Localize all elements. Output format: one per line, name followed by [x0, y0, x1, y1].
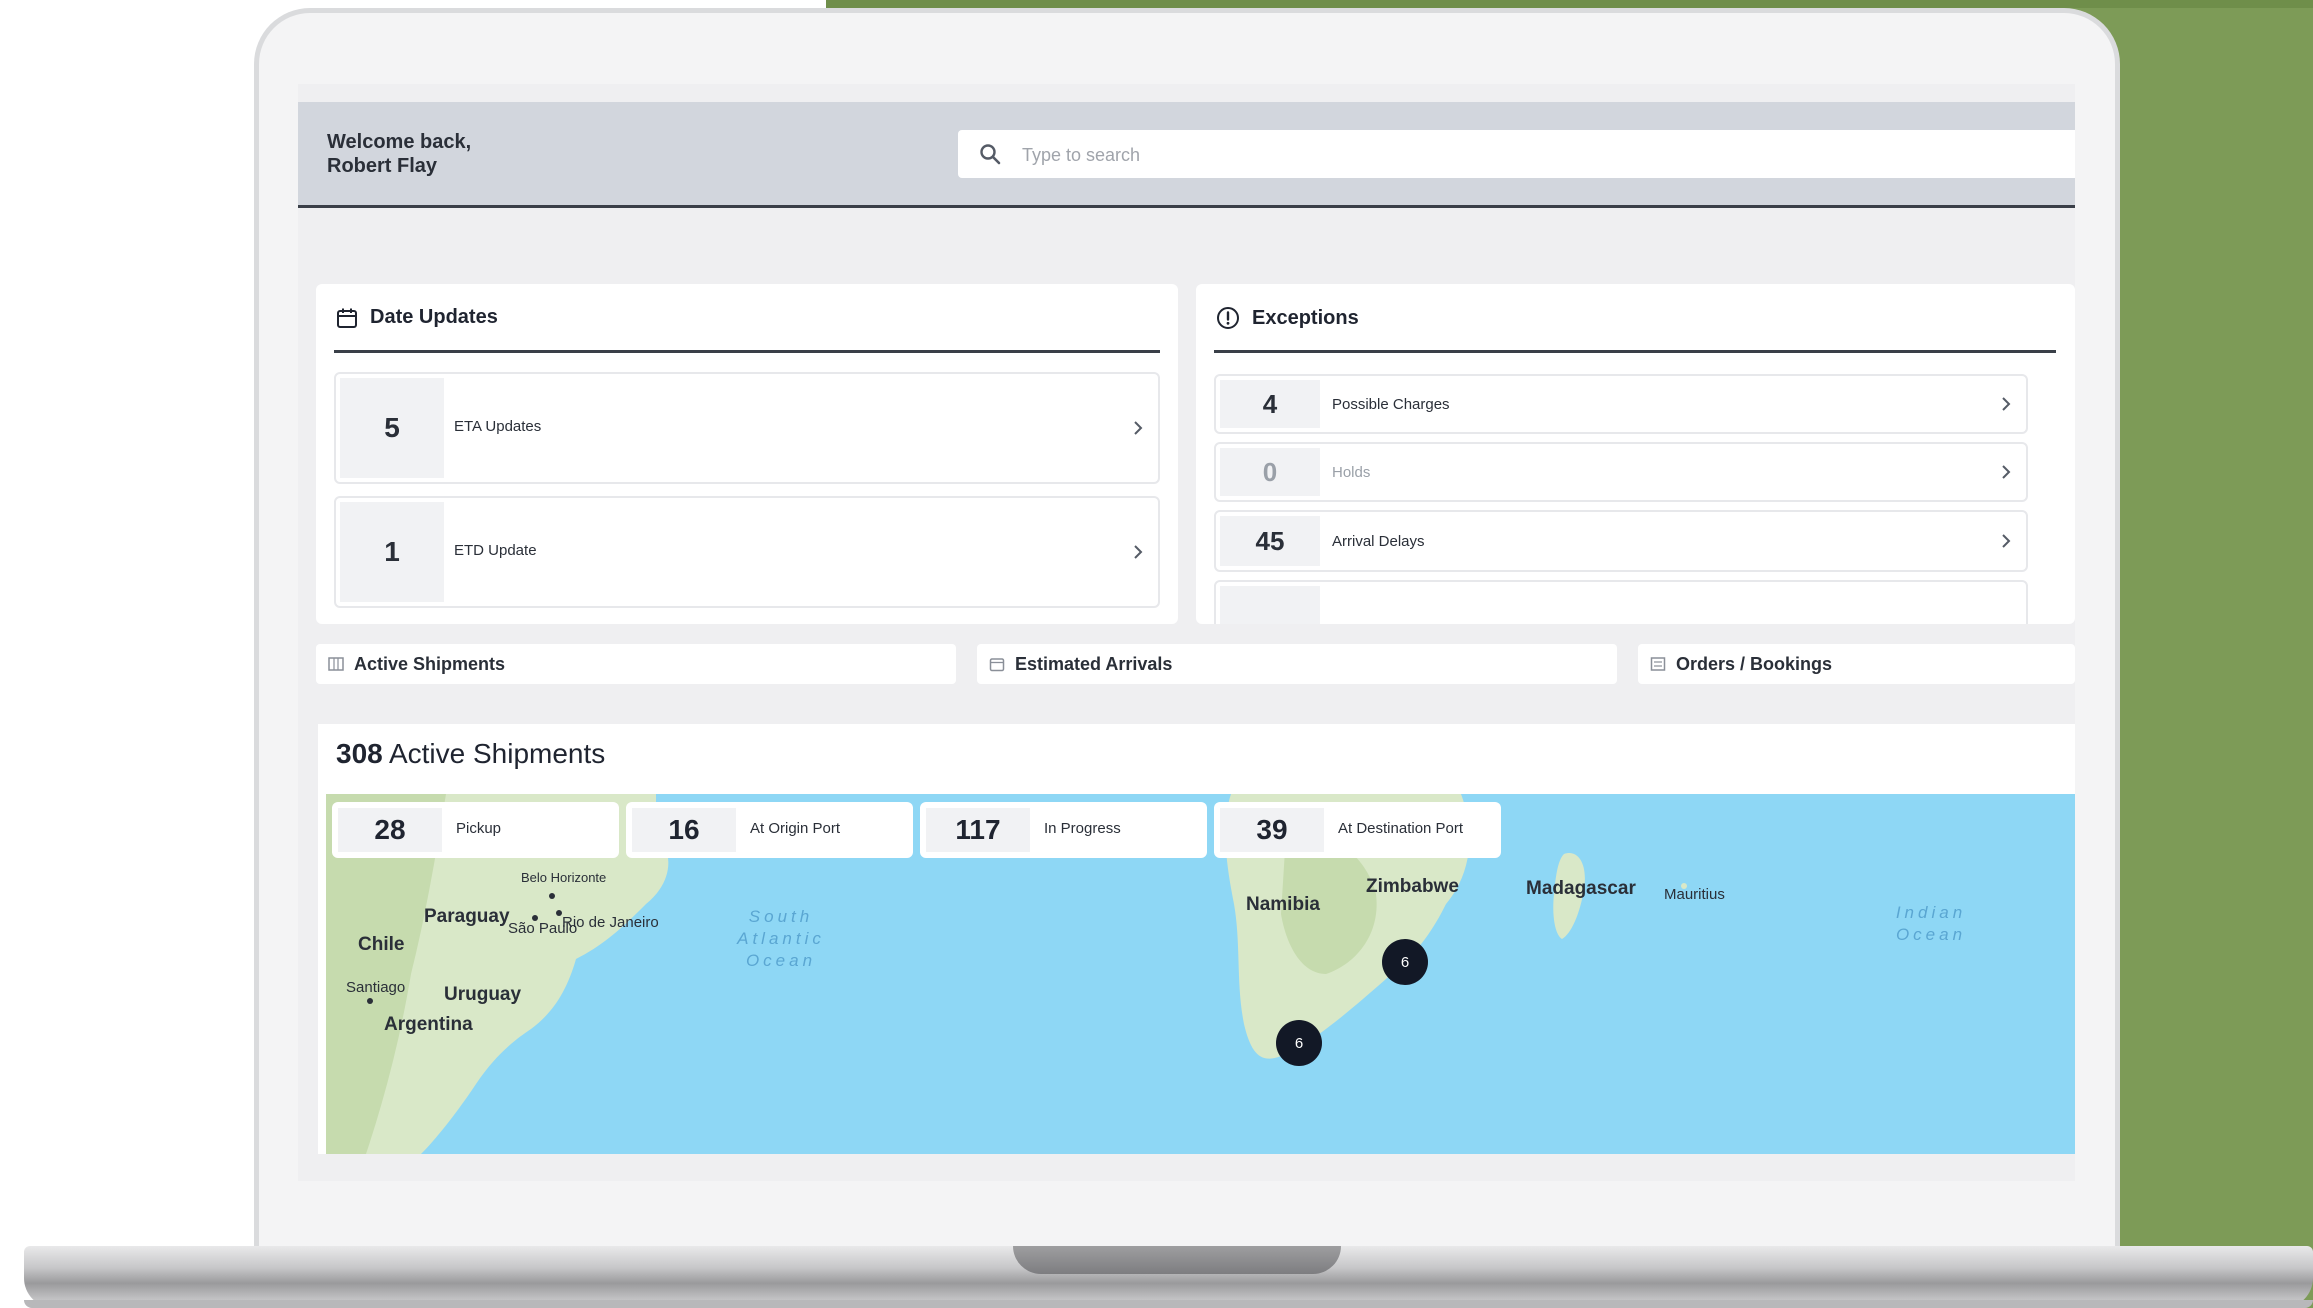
clipped-count-cell	[1220, 586, 1320, 624]
divider	[1214, 350, 2056, 353]
holds-count: 0	[1220, 448, 1320, 496]
chevron-right-icon	[1134, 421, 1143, 435]
active-shipments-count: 308	[336, 738, 383, 769]
welcome-line: Welcome back,	[327, 131, 472, 153]
map-label-chile: Chile	[358, 934, 405, 955]
green-top-band	[826, 0, 2313, 8]
exceptions-header: Exceptions	[1216, 306, 1359, 330]
search-input[interactable]	[1020, 138, 1924, 172]
city-marker	[367, 998, 373, 1004]
tab-active-shipments[interactable]: Active Shipments	[316, 644, 956, 684]
search-icon	[980, 144, 1001, 165]
destination-port-label: At Destination Port	[1338, 820, 1464, 837]
etd-update-label: ETD Update	[454, 542, 537, 559]
tab-estimated-arrivals[interactable]: Estimated Arrivals	[977, 644, 1617, 684]
map-label-belo-horizonte: Belo Horizonte	[521, 870, 607, 885]
date-updates-panel: Date Updates 5 ETA Updates 1 ETD Update	[316, 284, 1178, 624]
in-progress-count: 117	[926, 808, 1030, 852]
etd-update-row[interactable]: 1 ETD Update	[334, 496, 1160, 608]
map-label-zimbabwe: Zimbabwe	[1366, 876, 1459, 897]
eta-updates-count: 5	[340, 378, 444, 478]
chevron-right-icon	[2002, 397, 2011, 411]
ocean-line: South	[748, 907, 814, 926]
tab-orders-bookings[interactable]: Orders / Bookings	[1638, 644, 2075, 684]
map-label-south-atlantic: South Atlantic Ocean	[716, 906, 846, 972]
arrival-delays-label: Arrival Delays	[1332, 533, 1425, 550]
map-label-madagascar: Madagascar	[1526, 878, 1636, 899]
welcome-message: Welcome back, Robert Flay	[327, 130, 471, 178]
ocean-line: Ocean	[745, 951, 817, 970]
tab-label: Orders / Bookings	[1676, 653, 1833, 674]
columns-icon	[328, 657, 344, 671]
arrival-delays-count: 45	[1220, 516, 1320, 566]
date-updates-title: Date Updates	[370, 306, 498, 328]
calendar-icon	[337, 308, 357, 328]
stat-at-origin-port[interactable]: 16 At Origin Port	[626, 802, 913, 858]
eta-updates-label: ETA Updates	[454, 418, 542, 435]
eta-updates-row[interactable]: 5 ETA Updates	[334, 372, 1160, 484]
date-updates-header: Date Updates	[336, 306, 498, 329]
divider	[334, 350, 1160, 353]
ocean-line: Indian	[1895, 903, 1967, 922]
exceptions-panel: Exceptions 4 Possible Charges 0 Holds 45…	[1196, 284, 2075, 624]
holds-row[interactable]: 0 Holds	[1214, 442, 2028, 502]
possible-charges-count: 4	[1220, 380, 1320, 428]
search-box[interactable]	[958, 130, 2075, 178]
active-shipments-title-text: Active Shipments	[388, 738, 606, 769]
map-label-namibia: Namibia	[1246, 894, 1320, 915]
holds-label: Holds	[1332, 464, 1371, 481]
stat-pickup[interactable]: 28 Pickup	[332, 802, 619, 858]
list-icon	[1650, 657, 1666, 671]
stat-at-destination-port[interactable]: 39 At Destination Port	[1214, 802, 1501, 858]
tab-label: Active Shipments	[354, 653, 506, 674]
map-label-uruguay: Uruguay	[444, 984, 522, 1005]
map-label-argentina: Argentina	[384, 1014, 473, 1035]
active-shipments-title: 308 Active Shipments	[336, 738, 605, 770]
calendar-icon	[989, 658, 1005, 672]
ocean-line: Atlantic	[737, 929, 825, 948]
map-label-santiago: Santiago	[346, 979, 406, 996]
top-header: Welcome back, Robert Flay	[298, 102, 2075, 208]
map-cluster-marker[interactable]: 6	[1382, 939, 1428, 985]
stat-in-progress[interactable]: 117 In Progress	[920, 802, 1207, 858]
in-progress-label: In Progress	[1044, 820, 1121, 837]
pickup-count: 28	[338, 808, 442, 852]
chevron-right-icon	[2002, 465, 2011, 479]
tab-label: Estimated Arrivals	[1015, 653, 1173, 674]
exceptions-title: Exceptions	[1252, 306, 1359, 329]
map-label-indian-ocean: Indian Ocean	[1886, 902, 1976, 946]
etd-update-count: 1	[340, 502, 444, 602]
possible-charges-label: Possible Charges	[1332, 396, 1450, 413]
possible-charges-row[interactable]: 4 Possible Charges	[1214, 374, 2028, 434]
map-label-paraguay: Paraguay	[424, 906, 510, 927]
arrival-delays-row[interactable]: 45 Arrival Delays	[1214, 510, 2028, 572]
active-shipments-panel: 308 Active Shipments 28 Pickup 16 At Ori…	[318, 724, 2075, 1154]
origin-port-count: 16	[632, 808, 736, 852]
origin-port-label: At Origin Port	[750, 820, 841, 837]
shipments-map[interactable]: 28 Pickup 16 At Origin Port 117 In Progr…	[326, 794, 2075, 1154]
chevron-right-icon	[1134, 545, 1143, 559]
clipped-exception-row[interactable]	[1214, 580, 2028, 624]
map-label-rio: Rio de Janeiro	[562, 914, 659, 931]
app-screen: Welcome back, Robert Flay Date Updates 5	[298, 84, 2075, 1181]
chevron-right-icon	[2002, 534, 2011, 548]
ocean-line: Ocean	[1895, 925, 1967, 944]
user-name: Robert Flay	[327, 155, 438, 177]
laptop-notch	[1013, 1246, 1341, 1274]
map-label-mauritius: Mauritius	[1664, 886, 1725, 903]
alert-circle-icon	[1217, 307, 1239, 329]
destination-port-count: 39	[1220, 808, 1324, 852]
pickup-label: Pickup	[456, 820, 502, 837]
city-marker	[549, 893, 555, 899]
laptop-shadow	[24, 1300, 2313, 1308]
map-cluster-marker[interactable]: 6	[1276, 1020, 1322, 1066]
